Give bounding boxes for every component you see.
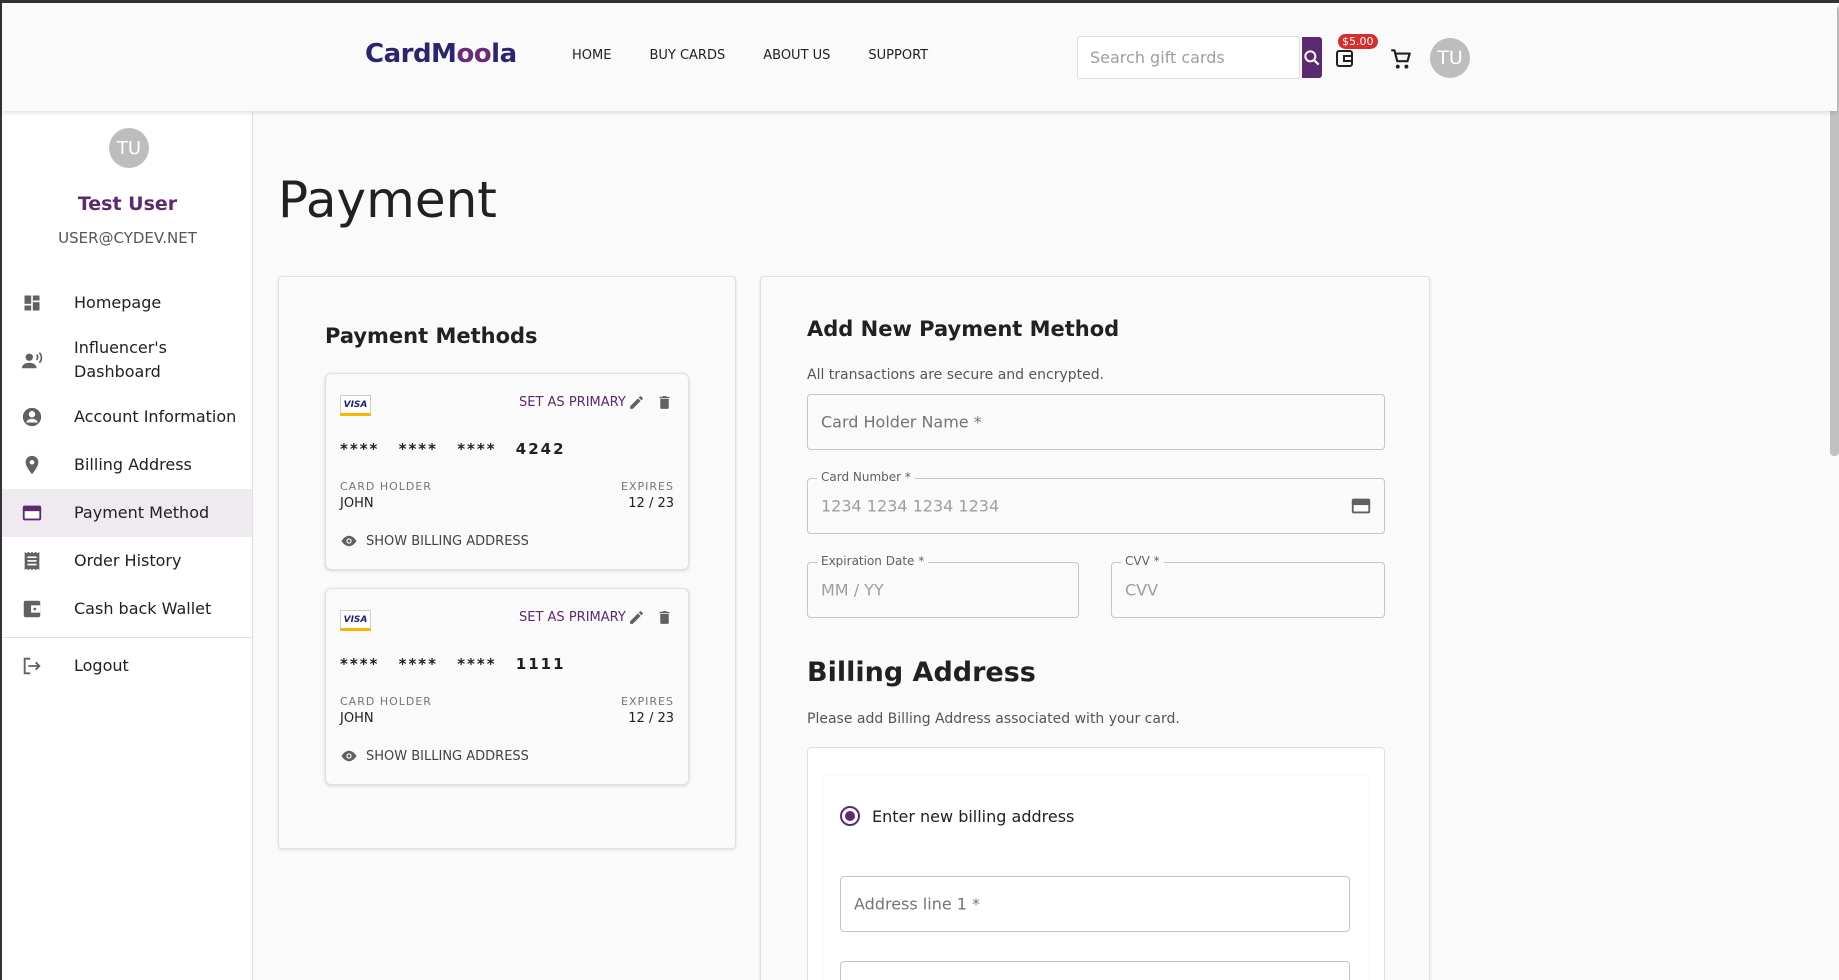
delete-icon[interactable] xyxy=(656,609,673,626)
receipt-icon xyxy=(21,550,43,572)
wallet-icon[interactable] xyxy=(1333,46,1357,70)
billing-address-title: Billing Address xyxy=(807,657,1036,688)
cvv-placeholder: CVV xyxy=(1125,580,1159,600)
new-address-radio-label: Enter new billing address xyxy=(872,807,1075,826)
set-as-primary-button[interactable]: SET AS PRIMARY xyxy=(519,395,626,410)
sidebar-item-order-history[interactable]: Order History xyxy=(2,537,252,585)
sidebar-item-label: Order History xyxy=(74,551,182,570)
expires-label: EXPIRES xyxy=(621,695,674,708)
expires-value: 12 / 23 xyxy=(628,496,674,511)
expiration-date-placeholder: MM / YY xyxy=(821,580,884,600)
payment-methods-title: Payment Methods xyxy=(325,324,538,348)
sidebar-item-account-information[interactable]: Account Information xyxy=(2,393,252,441)
sidebar-item-influencer-dashboard[interactable]: Influencer's Dashboard xyxy=(2,327,252,393)
card-number-placeholder: 1234 1234 1234 1234 xyxy=(821,496,1000,516)
visa-logo-icon: VISA xyxy=(340,395,371,416)
record-voice-icon xyxy=(21,349,43,371)
top-header: CardMoola HOME BUY CARDS ABOUT US SUPPOR… xyxy=(2,3,1837,111)
search-input[interactable] xyxy=(1078,37,1302,78)
credit-card-icon xyxy=(21,502,43,524)
card-holder-name-field[interactable]: Card Holder Name * xyxy=(807,394,1385,450)
card-number: **** **** **** 1111 xyxy=(340,655,566,673)
payment-methods-panel: Payment Methods VISA SET AS PRIMARY ****… xyxy=(278,276,736,849)
dashboard-icon xyxy=(21,292,43,314)
sidebar-item-label: Billing Address xyxy=(74,455,192,474)
card-holder-label: CARD HOLDER xyxy=(340,695,432,708)
edit-icon[interactable] xyxy=(628,394,645,411)
search-icon xyxy=(1304,49,1320,65)
sidebar-item-payment-method[interactable]: Payment Method xyxy=(2,489,252,537)
card-holder-value: JOHN xyxy=(340,496,374,511)
logout-icon xyxy=(21,655,43,677)
show-billing-label: SHOW BILLING ADDRESS xyxy=(366,748,529,764)
search-box xyxy=(1077,36,1322,79)
wallet-balance-badge: $5.00 xyxy=(1338,34,1378,49)
billing-address-option: Enter new billing address Address line 1… xyxy=(824,776,1368,980)
cardmoola-logo[interactable]: CardMoola xyxy=(365,39,517,69)
sidebar-item-label: Cash back Wallet xyxy=(74,599,212,618)
sidebar-divider xyxy=(2,637,252,638)
expiration-date-field[interactable]: Expiration Date * MM / YY xyxy=(807,554,1079,618)
sidebar-item-billing-address[interactable]: Billing Address xyxy=(2,441,252,489)
card-number-field[interactable]: Card Number * 1234 1234 1234 1234 xyxy=(807,470,1385,534)
card-number-label: Card Number * xyxy=(817,470,915,484)
nav-about-us[interactable]: ABOUT US xyxy=(763,48,830,63)
expires-label: EXPIRES xyxy=(621,480,674,493)
delete-icon[interactable] xyxy=(656,394,673,411)
nav-support[interactable]: SUPPORT xyxy=(868,48,928,63)
account-circle-icon xyxy=(21,406,43,428)
add-payment-panel: Add New Payment Method All transactions … xyxy=(760,276,1430,980)
eye-icon xyxy=(341,535,357,547)
sidebar-item-cash-back-wallet[interactable]: Cash back Wallet xyxy=(2,585,252,633)
user-avatar[interactable]: TU xyxy=(1430,38,1470,78)
billing-address-subtitle: Please add Billing Address associated wi… xyxy=(807,711,1180,727)
nav-home[interactable]: HOME xyxy=(572,48,611,63)
cart-icon[interactable] xyxy=(1388,46,1414,72)
user-name: Test User xyxy=(77,193,178,215)
sidebar-item-homepage[interactable]: Homepage xyxy=(2,279,252,327)
search-button[interactable] xyxy=(1302,37,1322,78)
expiration-date-label: Expiration Date * xyxy=(817,554,929,568)
edit-icon[interactable] xyxy=(628,609,645,626)
nav-buy-cards[interactable]: BUY CARDS xyxy=(649,48,725,63)
new-address-radio[interactable] xyxy=(840,806,860,826)
sidebar-item-logout[interactable]: Logout xyxy=(2,642,252,690)
add-payment-title: Add New Payment Method xyxy=(807,317,1120,341)
saved-card: VISA SET AS PRIMARY **** **** **** 1111 … xyxy=(325,588,689,785)
sidebar-item-label: Account Information xyxy=(74,407,237,426)
show-billing-address-button[interactable]: SHOW BILLING ADDRESS xyxy=(340,532,529,550)
radio-selected-dot xyxy=(845,811,855,821)
card-holder-name-placeholder: Card Holder Name * xyxy=(821,412,982,432)
eye-icon xyxy=(341,750,357,762)
sidebar-item-label: Influencer's Dashboard xyxy=(74,338,168,381)
address-line1-placeholder: Address line 1 * xyxy=(854,894,981,914)
cvv-field[interactable]: CVV * CVV xyxy=(1111,554,1385,618)
sidebar-item-label: Logout xyxy=(74,656,129,675)
address-line1-field[interactable]: Address line 1 * xyxy=(840,876,1350,932)
credit-card-icon xyxy=(1351,498,1371,514)
saved-card: VISA SET AS PRIMARY **** **** **** 4242 … xyxy=(325,373,689,570)
card-number: **** **** **** 4242 xyxy=(340,440,566,458)
sidebar: TU Test User USER@CYDEV.NET Homepage Inf… xyxy=(2,111,253,980)
page-title: Payment xyxy=(278,171,497,229)
show-billing-address-button[interactable]: SHOW BILLING ADDRESS xyxy=(340,747,529,765)
user-email: USER@CYDEV.NET xyxy=(58,229,197,247)
card-holder-value: JOHN xyxy=(340,711,374,726)
expires-value: 12 / 23 xyxy=(628,711,674,726)
billing-address-box: Enter new billing address Address line 1… xyxy=(807,747,1385,980)
sidebar-avatar: TU xyxy=(109,128,149,168)
set-as-primary-button[interactable]: SET AS PRIMARY xyxy=(519,610,626,625)
wallet-icon xyxy=(21,598,43,620)
sidebar-menu: Homepage Influencer's Dashboard Account … xyxy=(2,279,252,690)
secure-text: All transactions are secure and encrypte… xyxy=(807,367,1105,383)
sidebar-item-label: Payment Method xyxy=(74,503,210,522)
main-nav: HOME BUY CARDS ABOUT US SUPPORT xyxy=(572,48,966,63)
address-line2-field[interactable] xyxy=(840,961,1350,980)
location-pin-icon xyxy=(21,454,43,476)
cvv-label: CVV * xyxy=(1121,554,1164,568)
card-holder-label: CARD HOLDER xyxy=(340,480,432,493)
sidebar-item-label: Homepage xyxy=(74,293,162,312)
show-billing-label: SHOW BILLING ADDRESS xyxy=(366,533,529,549)
visa-logo-icon: VISA xyxy=(340,610,371,631)
